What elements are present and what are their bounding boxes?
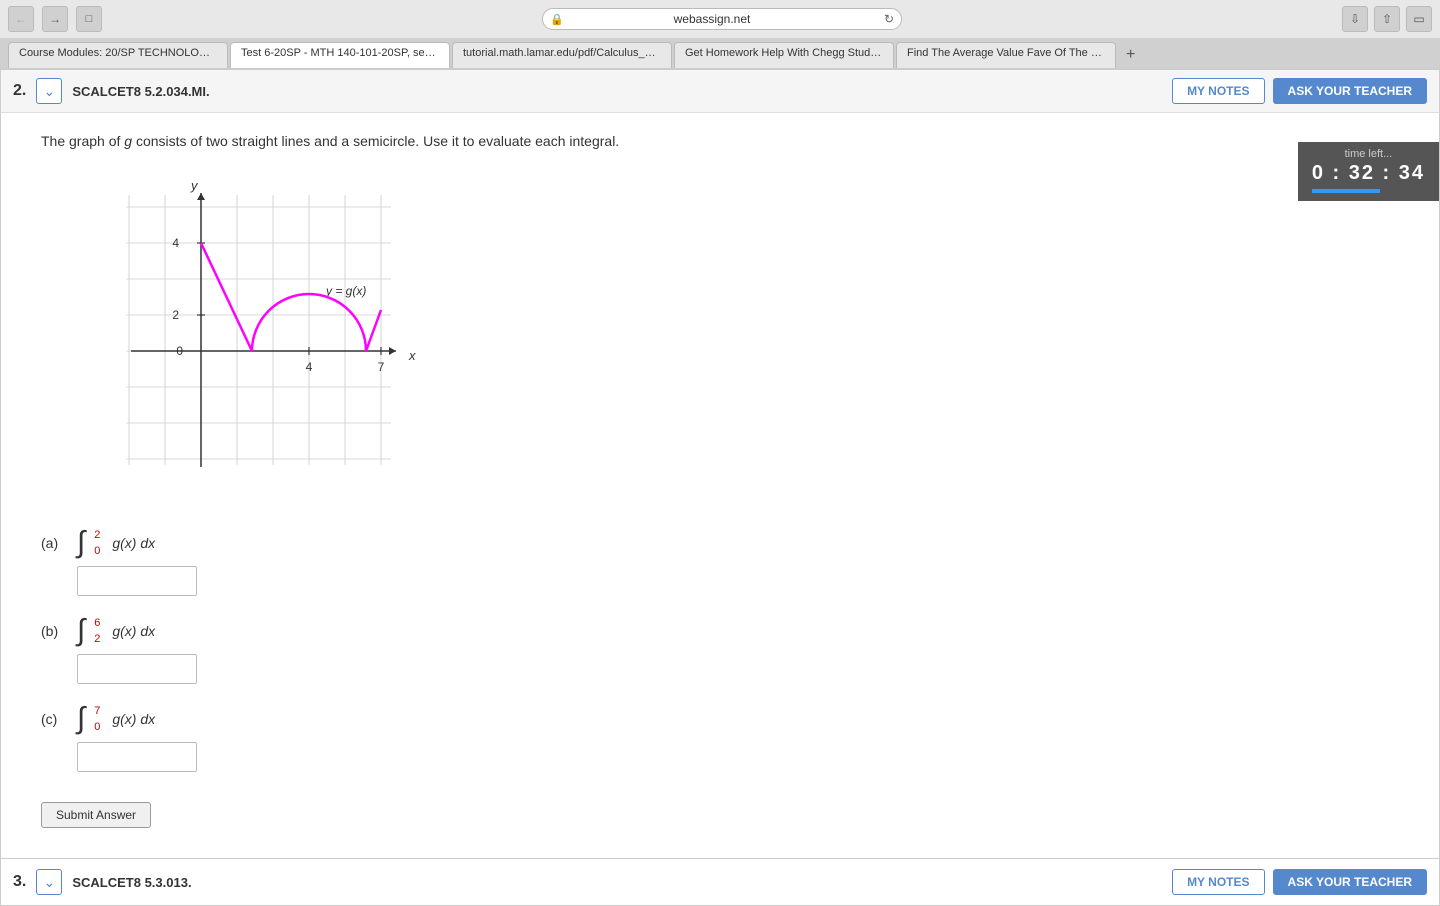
part-c-label: (c) [41, 711, 69, 727]
share-button[interactable]: ⇧ [1374, 6, 1400, 32]
forward-button[interactable]: → [42, 6, 68, 32]
part-b-label: (b) [41, 623, 69, 639]
lower-b: 2 [94, 633, 100, 645]
integral-row-c: (c) ∫ 7 0 g(x) dx [41, 704, 1399, 734]
integral-limits-a: 2 0 [94, 529, 100, 557]
y-axis-label: y [190, 178, 199, 193]
integral-expr-b: g(x) dx [112, 623, 155, 639]
svg-text:4: 4 [172, 236, 179, 250]
problem-2-header-area: 2. ⌄ SCALCET8 5.2.034.MI. MY NOTES ASK Y… [1, 70, 1439, 113]
lock-icon: 🔒 [550, 13, 564, 26]
address-wrapper: 🔒 ↻ [542, 8, 902, 30]
problem-description: The graph of g consists of two straight … [41, 133, 1399, 149]
download-button[interactable]: ⇩ [1342, 6, 1368, 32]
integral-row-b: (b) ∫ 6 2 g(x) dx [41, 616, 1399, 646]
submit-answer-button[interactable]: Submit Answer [41, 802, 151, 828]
reload-icon[interactable]: ↻ [884, 12, 894, 26]
problem-2-wrapper: 2. ⌄ SCALCET8 5.2.034.MI. MY NOTES ASK Y… [0, 69, 1440, 859]
problem-3-number: 3. [13, 873, 26, 891]
x-axis-label: x [408, 348, 416, 363]
answer-input-b[interactable] [77, 654, 197, 684]
graph-svg: y x [71, 175, 431, 505]
url-input[interactable] [542, 8, 902, 30]
browser-chrome: ← → □ 🔒 ↻ ⇩ ⇧ ▭ Course Modules: 20/SP TE… [0, 0, 1440, 69]
ask-teacher-button[interactable]: ASK YOUR TEACHER [1273, 78, 1427, 104]
upper-c: 7 [94, 705, 100, 717]
problem-body: The graph of g consists of two straight … [1, 113, 1439, 858]
problem-3-id: SCALCET8 5.3.013. [72, 875, 1162, 890]
integral-expr-c: g(x) dx [112, 711, 155, 727]
lower-c: 0 [94, 721, 100, 733]
integral-row-a: (a) ∫ 2 0 g(x) dx [41, 528, 1399, 558]
answer-input-a[interactable] [77, 566, 197, 596]
svg-text:4: 4 [306, 360, 313, 374]
my-notes-button[interactable]: MY NOTES [1172, 78, 1264, 104]
page-content: 2. ⌄ SCALCET8 5.2.034.MI. MY NOTES ASK Y… [0, 69, 1440, 906]
tab-1[interactable]: Test 6-20SP - MTH 140-101-20SP, section … [230, 42, 450, 68]
tab-view-button[interactable]: □ [76, 6, 102, 32]
problem-3-ask-teacher-button[interactable]: ASK YOUR TEACHER [1273, 869, 1427, 895]
tabs-bar: Course Modules: 20/SP TECHNOLOGY & DIGIT… [0, 38, 1440, 68]
problem-id: SCALCET8 5.2.034.MI. [72, 84, 1162, 99]
answer-input-c[interactable] [77, 742, 197, 772]
new-tab-button[interactable]: + [1118, 42, 1143, 68]
timer-overlay: time left... 0 : 32 : 34 [1298, 142, 1439, 201]
back-button[interactable]: ← [8, 6, 34, 32]
integral-part-c: (c) ∫ 7 0 g(x) dx [41, 704, 1399, 772]
problem-3-my-notes-button[interactable]: MY NOTES [1172, 869, 1264, 895]
problem-3-stub: 3. ⌄ SCALCET8 5.3.013. MY NOTES ASK YOUR… [0, 859, 1440, 906]
problem-2-header: 2. ⌄ SCALCET8 5.2.034.MI. MY NOTES ASK Y… [1, 70, 1439, 113]
tab-4[interactable]: Find The Average Value Fave Of The Funct… [896, 42, 1116, 68]
problem-3-buttons: MY NOTES ASK YOUR TEACHER [1172, 869, 1427, 895]
problem-3-collapse-button[interactable]: ⌄ [36, 869, 62, 895]
browser-toolbar: ← → □ 🔒 ↻ ⇩ ⇧ ▭ [0, 0, 1440, 38]
svg-text:2: 2 [172, 308, 179, 322]
tab-2[interactable]: tutorial.math.lamar.edu/pdf/Calculus_Che… [452, 42, 672, 68]
collapse-button[interactable]: ⌄ [36, 78, 62, 104]
header-buttons: MY NOTES ASK YOUR TEACHER [1172, 78, 1427, 104]
integral-limits-c: 7 0 [94, 705, 100, 733]
svg-text:y = g(x): y = g(x) [325, 284, 366, 298]
integral-sign-a: ∫ [77, 528, 85, 558]
part-a-label: (a) [41, 535, 69, 551]
upper-a: 2 [94, 529, 100, 541]
tab-0[interactable]: Course Modules: 20/SP TECHNOLOGY & DIGIT… [8, 42, 228, 68]
more-button[interactable]: ▭ [1406, 6, 1432, 32]
upper-b: 6 [94, 617, 100, 629]
timer-value: 0 : 32 : 34 [1312, 162, 1425, 185]
svg-text:7: 7 [378, 360, 385, 374]
integral-part-b: (b) ∫ 6 2 g(x) dx [41, 616, 1399, 684]
integral-expr-a: g(x) dx [112, 535, 155, 551]
integral-sign-c: ∫ [77, 704, 85, 734]
tab-3[interactable]: Get Homework Help With Chegg Study | Che… [674, 42, 894, 68]
address-bar: 🔒 ↻ [110, 8, 1334, 30]
browser-actions: ⇩ ⇧ ▭ [1342, 6, 1432, 32]
integral-limits-b: 6 2 [94, 617, 100, 645]
problem-number: 2. [13, 82, 26, 100]
svg-text:0: 0 [176, 344, 183, 358]
timer-label: time left... [1312, 148, 1425, 160]
integral-part-a: (a) ∫ 2 0 g(x) dx [41, 528, 1399, 596]
lower-a: 0 [94, 545, 100, 557]
graph-container: y x [71, 175, 431, 508]
integral-sign-b: ∫ [77, 616, 85, 646]
timer-bar [1312, 189, 1380, 193]
